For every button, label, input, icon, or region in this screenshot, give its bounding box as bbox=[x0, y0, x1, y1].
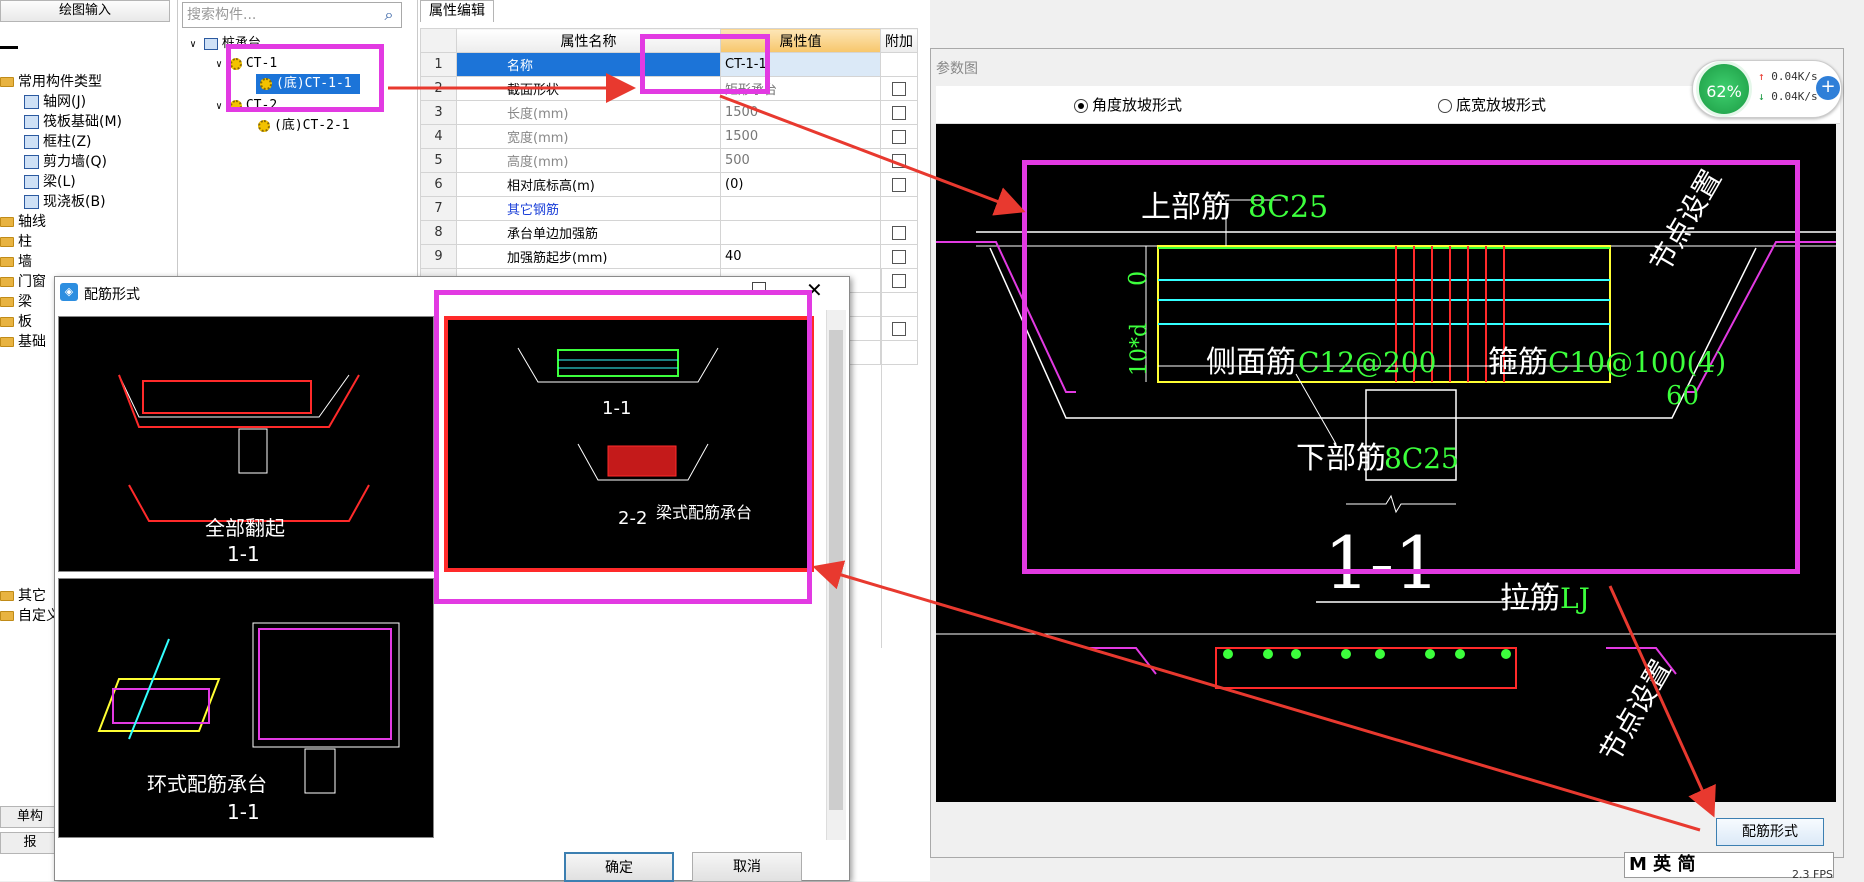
ime-label: M 英 简 bbox=[1629, 854, 1696, 875]
arrow-cad-to-button bbox=[1608, 585, 1716, 818]
annotation-arrows bbox=[388, 73, 1716, 832]
arrow-button-to-thumb bbox=[812, 560, 1701, 832]
fps-counter: 2.3 FPS bbox=[1792, 868, 1833, 881]
arrow-name-to-cad bbox=[719, 94, 1026, 216]
